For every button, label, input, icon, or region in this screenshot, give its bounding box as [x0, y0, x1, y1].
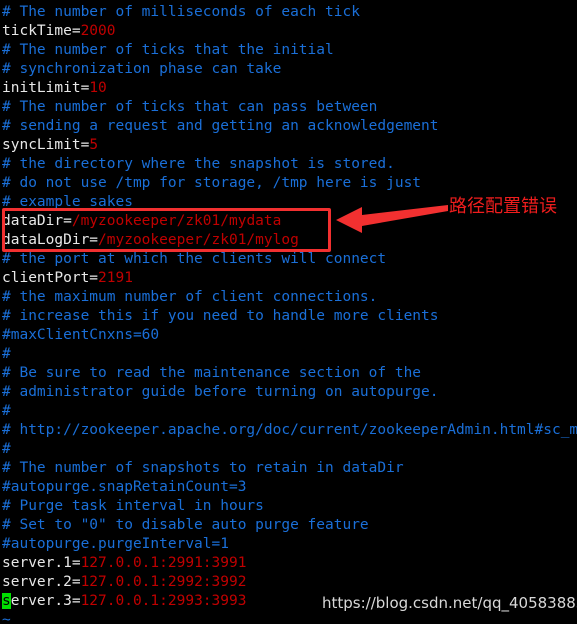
setting-value: 127.0.0.1:2992:3992 — [80, 574, 247, 590]
comment-text: # the port at which the clients will con… — [2, 251, 387, 267]
setting-key: server.2= — [2, 574, 81, 590]
comment-text: # the maximum number of client connectio… — [2, 289, 378, 305]
setting-key: initLimit= — [2, 80, 90, 96]
comment-text: # example sakes — [2, 194, 133, 210]
config-line: # do not use /tmp for storage, /tmp here… — [2, 174, 577, 193]
setting-key: dataDir= — [2, 213, 72, 229]
comment-text: # increase this if you need to handle mo… — [2, 308, 439, 324]
config-line: # — [2, 440, 577, 459]
comment-text: #autopurge.purgeInterval=1 — [2, 536, 229, 552]
config-line: # Be sure to read the maintenance sectio… — [2, 364, 577, 383]
comment-text: # The number of milliseconds of each tic… — [2, 4, 360, 20]
setting-value: 127.0.0.1:2993:3993 — [80, 593, 247, 609]
setting-key: dataLogDir= — [2, 232, 99, 248]
text-cursor: s — [2, 593, 11, 609]
comment-text: # administrator guide before turning on … — [2, 384, 439, 400]
config-line: # the port at which the clients will con… — [2, 250, 577, 269]
config-line: clientPort=2191 — [2, 269, 577, 288]
config-line: # administrator guide before turning on … — [2, 383, 577, 402]
config-line: # Purge task interval in hours — [2, 497, 577, 516]
config-line: dataDir=/myzookeeper/zk01/mydata — [2, 212, 577, 231]
comment-text: # sending a request and getting an ackno… — [2, 118, 439, 134]
config-line: #autopurge.purgeInterval=1 — [2, 535, 577, 554]
config-line: # synchronization phase can take — [2, 60, 577, 79]
setting-key: erver.3= — [10, 593, 81, 609]
config-line: # sending a request and getting an ackno… — [2, 117, 577, 136]
setting-key: tickTime= — [2, 23, 81, 39]
config-line: syncLimit=5 — [2, 136, 577, 155]
setting-key: server.1= — [2, 555, 81, 571]
terminal-window[interactable]: # The number of milliseconds of each tic… — [0, 0, 577, 624]
comment-text: # Set to "0" to disable auto purge featu… — [2, 517, 369, 533]
comment-text: # The number of ticks that the initial — [2, 42, 334, 58]
config-line: # The number of ticks that the initial — [2, 41, 577, 60]
comment-text: # synchronization phase can take — [2, 61, 282, 77]
setting-value: 127.0.0.1:2991:3991 — [80, 555, 247, 571]
config-line: # The number of snapshots to retain in d… — [2, 459, 577, 478]
config-line: # Set to "0" to disable auto purge featu… — [2, 516, 577, 535]
comment-text: # the directory where the snapshot is st… — [2, 156, 395, 172]
comment-text: # do not use /tmp for storage, /tmp here… — [2, 175, 422, 191]
setting-value: 5 — [89, 137, 99, 153]
comment-text: # The number of snapshots to retain in d… — [2, 460, 404, 476]
comment-text: #autopurge.snapRetainCount=3 — [2, 479, 247, 495]
config-line: # — [2, 402, 577, 421]
config-file-content[interactable]: # The number of milliseconds of each tic… — [0, 0, 577, 624]
comment-text: # Be sure to read the maintenance sectio… — [2, 365, 422, 381]
config-line: # increase this if you need to handle mo… — [2, 307, 577, 326]
setting-value: 2000 — [80, 23, 116, 39]
config-line: # the directory where the snapshot is st… — [2, 155, 577, 174]
comment-text: # http://zookeeper.apache.org/doc/curren… — [2, 422, 577, 438]
config-line: # — [2, 345, 577, 364]
config-line: # The number of milliseconds of each tic… — [2, 3, 577, 22]
config-line: # The number of ticks that can pass betw… — [2, 98, 577, 117]
setting-key: syncLimit= — [2, 137, 90, 153]
empty-line-marker: ~ — [2, 612, 11, 624]
config-line: ~ — [2, 611, 577, 624]
setting-value: 10 — [89, 80, 107, 96]
config-line: initLimit=10 — [2, 79, 577, 98]
setting-value: /myzookeeper/zk01/mylog — [98, 232, 299, 248]
setting-value: /myzookeeper/zk01/mydata — [71, 213, 282, 229]
comment-text: # — [2, 346, 11, 362]
config-line: # the maximum number of client connectio… — [2, 288, 577, 307]
config-line: #maxClientCnxns=60 — [2, 326, 577, 345]
comment-text: # — [2, 441, 11, 457]
comment-text: # Purge task interval in hours — [2, 498, 264, 514]
comment-text: #maxClientCnxns=60 — [2, 327, 160, 343]
comment-text: # The number of ticks that can pass betw… — [2, 99, 378, 115]
config-line: dataLogDir=/myzookeeper/zk01/mylog — [2, 231, 577, 250]
config-line: server.2=127.0.0.1:2992:3992 — [2, 573, 577, 592]
config-line: server.1=127.0.0.1:2991:3991 — [2, 554, 577, 573]
config-line: # example sakes — [2, 193, 577, 212]
config-line: tickTime=2000 — [2, 22, 577, 41]
setting-key: clientPort= — [2, 270, 99, 286]
setting-value: 2191 — [98, 270, 133, 286]
config-line: #autopurge.snapRetainCount=3 — [2, 478, 577, 497]
comment-text: # — [2, 403, 11, 419]
config-line: # http://zookeeper.apache.org/doc/curren… — [2, 421, 577, 440]
config-line: server.3=127.0.0.1:2993:3993 — [2, 592, 577, 611]
